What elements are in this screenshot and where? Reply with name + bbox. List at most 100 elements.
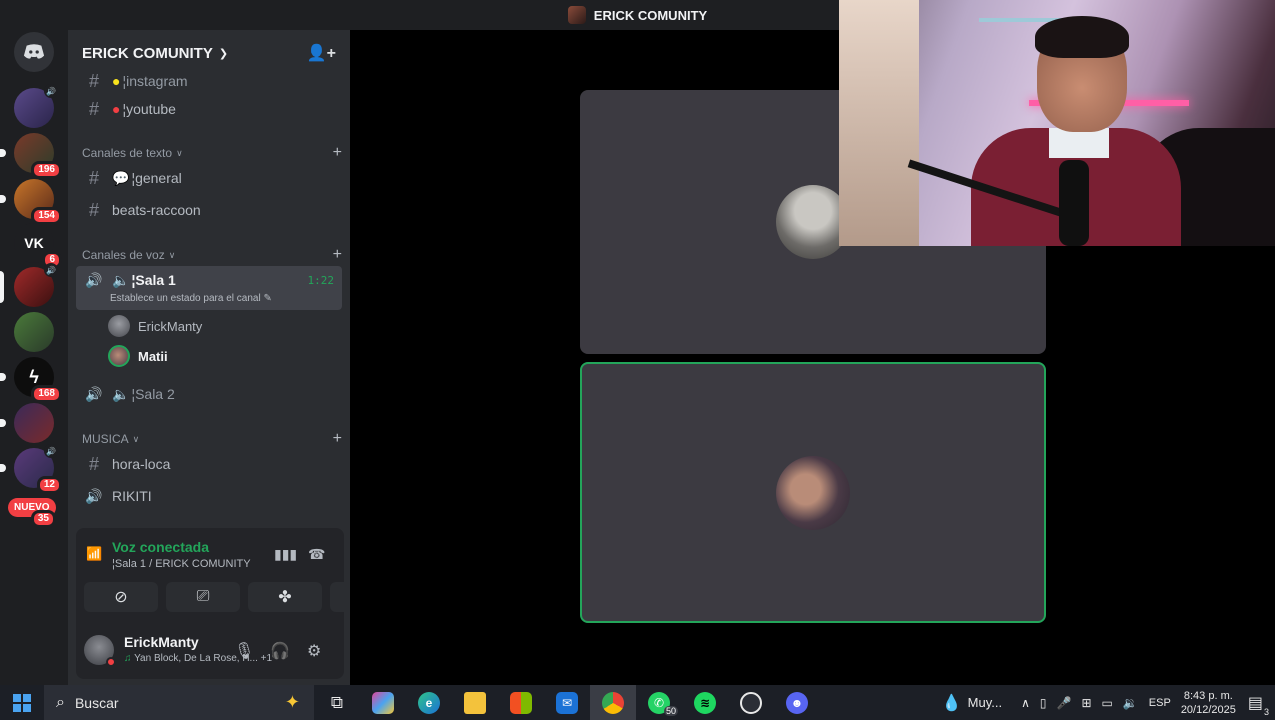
user-name[interactable]: ErickManty — [124, 634, 199, 650]
yellow-dot-icon: ● — [112, 73, 121, 89]
microsoft-store-app[interactable] — [498, 685, 544, 720]
unread-indicator — [0, 373, 6, 381]
invite-people-icon[interactable]: 👤+ — [307, 43, 336, 63]
server-icon-1[interactable]: 🔊 — [14, 84, 58, 128]
unread-indicator — [0, 195, 6, 203]
microphone-tray-icon[interactable]: 🎤 — [1056, 696, 1071, 710]
window-title: ERICK COMUNITY — [593, 7, 708, 23]
search-icon: ⌕ — [56, 693, 65, 711]
vpn-icon[interactable]: ⊞ — [1081, 696, 1091, 710]
server-icon-erick-comunity[interactable]: 🔊 — [0, 263, 58, 307]
add-channel-icon[interactable]: + — [333, 246, 342, 264]
taskbar-search[interactable]: ⌕ Buscar ✦ — [44, 685, 314, 720]
add-channel-icon[interactable]: + — [333, 144, 342, 162]
participant-tile-matii-speaking[interactable] — [580, 362, 1046, 623]
device-icon[interactable]: ▯ — [1040, 696, 1047, 710]
voice-status-title[interactable]: Voz conectada — [112, 539, 209, 555]
chevron-down-icon: ∨ — [176, 147, 183, 158]
category-voice-channels[interactable]: Canales de voz ∨ + — [82, 246, 342, 264]
server-icon-9[interactable]: 35 — [26, 508, 56, 528]
speaker-emoji-icon: 🔈 — [112, 385, 130, 402]
voice-connected-panel: 📶 Voz conectada ¦Sala 1 / ERICK COMUNITY… — [76, 528, 404, 623]
chevron-up-icon[interactable]: ∧ — [1021, 696, 1030, 710]
mail-app[interactable]: ✉ — [544, 685, 590, 720]
screen-share-icon: ⎚ — [196, 588, 210, 605]
voice-active-icon: 🔊 — [44, 84, 58, 98]
share-screen-button[interactable]: ⎚ — [166, 582, 240, 612]
server-icon-2[interactable]: 196 — [0, 133, 62, 179]
microphone — [1059, 160, 1089, 246]
file-explorer-app[interactable] — [452, 685, 498, 720]
category-text-channels[interactable]: Canales de texto ∨ + — [82, 144, 342, 162]
server-icon-3[interactable]: 154 — [0, 179, 62, 225]
music-note-icon: ♫ — [124, 653, 132, 664]
obs-app[interactable] — [728, 685, 774, 720]
whatsapp-app[interactable]: ✆ 50 — [636, 685, 682, 720]
unread-indicator — [0, 149, 6, 157]
clock[interactable]: 8:43 p. m. 20/12/2025 — [1181, 689, 1236, 717]
network-icon[interactable]: ▭ — [1102, 696, 1113, 710]
camera-toggle-button[interactable]: ⊘ — [84, 582, 158, 612]
window-background — [839, 0, 919, 246]
server-icon-5[interactable] — [14, 312, 54, 352]
chevron-down-icon: ∨ — [168, 249, 176, 260]
speaker-icon: 🔊 — [85, 385, 103, 402]
channel-status-prompt[interactable]: Establece un estado para el canal ✎ — [110, 293, 272, 304]
activities-button[interactable]: ✤ — [248, 582, 322, 612]
copilot-sparkle-icon: ✦ — [284, 692, 300, 712]
unread-indicator — [0, 464, 6, 472]
volume-icon[interactable]: 🔉 — [1123, 696, 1138, 710]
discord-logo-icon — [23, 44, 45, 59]
server-icon-7[interactable] — [0, 403, 54, 443]
channel-beats-raccoon[interactable]: # beats-raccoon — [76, 195, 342, 225]
discord-app[interactable]: ☻ — [774, 685, 820, 720]
category-label: Canales de texto — [82, 146, 173, 160]
discord-home-button[interactable] — [14, 32, 54, 72]
rain-drop-icon: 💧 — [941, 694, 962, 712]
server-icon-8[interactable]: 🔊 12 — [0, 444, 62, 494]
hash-icon: # — [88, 453, 99, 474]
settings-gear-icon[interactable]: ⚙ — [307, 641, 321, 661]
voice-status-subtitle[interactable]: ¦Sala 1 / ERICK COMUNITY — [112, 558, 251, 570]
voice-member-matii[interactable]: Matii — [108, 342, 168, 370]
edge-app[interactable]: e — [406, 685, 452, 720]
windows-logo-icon — [13, 693, 31, 712]
weather-widget[interactable]: 💧 Muy... — [942, 693, 1002, 713]
hash-icon: # — [88, 167, 99, 188]
input-language[interactable]: ESP — [1149, 697, 1171, 709]
task-view-button[interactable]: ⧉ — [314, 685, 360, 720]
server-icon-vk[interactable]: VK 6 — [14, 223, 62, 269]
copilot-app[interactable] — [360, 685, 406, 720]
edge-icon: e — [418, 691, 440, 714]
channel-instagram[interactable]: # ● ¦instagram — [76, 66, 342, 96]
headphones-icon[interactable]: 🎧 — [270, 641, 290, 661]
channel-general[interactable]: # 💬 ¦general — [76, 163, 342, 193]
disconnect-icon[interactable]: ☎ — [308, 546, 325, 563]
notification-count-badge: 50 — [663, 706, 678, 716]
avatar-speaking — [108, 345, 130, 367]
voice-channel-sala-1[interactable]: 🔊 🔈 ¦Sala 1 1:22 Establece un estado par… — [76, 266, 342, 310]
obs-icon — [740, 691, 762, 714]
voice-member-erickmanty[interactable]: ErickManty — [108, 312, 202, 340]
speaker-emoji-icon: 🔈 — [112, 272, 130, 288]
server-icon-6[interactable]: ϟ 168 — [0, 357, 62, 403]
start-button[interactable] — [0, 685, 44, 720]
category-musica[interactable]: MUSICA ∨ + — [82, 430, 342, 448]
notification-center-button[interactable]: ▤ 3 — [1248, 693, 1269, 717]
spotify-app[interactable]: ≋ — [682, 685, 728, 720]
voice-channel-rikiti[interactable]: 🔊 RIKITI — [76, 481, 342, 511]
avatar — [108, 315, 130, 337]
server-mini-icon — [567, 6, 586, 24]
server-rail: 🔊 196 154 VK 6 🔊 ϟ 168 🔊 12 NUEVO 35 — [0, 30, 68, 685]
copilot-icon — [372, 691, 394, 714]
clock-time: 8:43 p. m. — [1183, 689, 1233, 702]
dnd-status-indicator — [106, 657, 116, 667]
participant-avatar — [776, 456, 850, 530]
chrome-app[interactable] — [590, 685, 636, 720]
noise-suppression-icon[interactable]: ▮▮▮ — [274, 546, 297, 563]
voice-channel-sala-2[interactable]: 🔊 🔈 ¦Sala 2 — [76, 379, 342, 409]
microphone-icon[interactable]: 🎙 — [234, 641, 254, 661]
channel-youtube[interactable]: # ● ¦youtube — [76, 94, 342, 124]
channel-hora-loca[interactable]: # hora-loca — [76, 449, 342, 479]
add-channel-icon[interactable]: + — [333, 430, 342, 448]
